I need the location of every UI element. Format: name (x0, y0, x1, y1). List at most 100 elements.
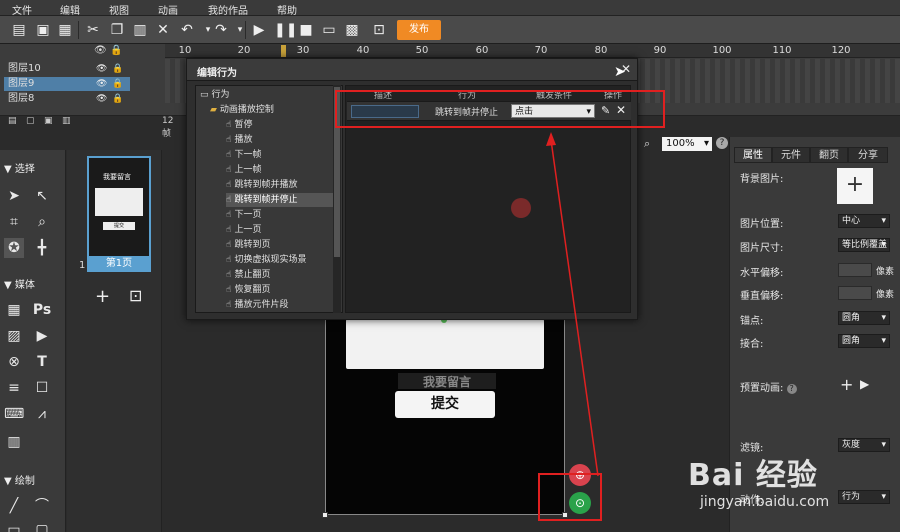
list-tool-icon[interactable]: ≡ (4, 378, 24, 398)
layer-row[interactable]: 图层10 👁 🔒 (4, 62, 130, 76)
add-folder-icon[interactable]: ▢ (26, 116, 35, 126)
delete-icon[interactable]: ✕ (154, 21, 172, 39)
tab-share[interactable]: 分享 (848, 147, 888, 163)
add-anim-icon[interactable]: + (840, 375, 853, 394)
roundrect-tool-icon[interactable]: ▢ (32, 520, 52, 532)
copy-icon[interactable]: ❐ (108, 21, 126, 39)
tab-properties[interactable]: 属性 (734, 147, 772, 163)
layer-row-selected[interactable]: 图层9 👁 🔒 (4, 77, 130, 91)
tree-group[interactable]: ▰ 动画播放控制 (210, 103, 274, 117)
tree-item[interactable]: ☝ 播放 (226, 133, 253, 147)
tree-item[interactable]: ☝ 跳转到帧并播放 (226, 178, 298, 192)
curve-tool-icon[interactable]: ⌒ (32, 496, 52, 516)
tree-item[interactable]: ☝ 切换虚拟现实场景 (226, 253, 307, 267)
tree-root[interactable]: ▭ 行为 (200, 88, 230, 102)
insert-page-icon[interactable]: ⊡ (129, 286, 142, 305)
zoom-search-icon[interactable]: ⌕ (644, 137, 650, 151)
hotspot-tool-icon[interactable]: ✪ (4, 238, 24, 258)
resize-handle[interactable] (322, 512, 328, 518)
board-tool-icon[interactable]: ☐ (32, 378, 52, 398)
tree-item[interactable]: ☝ 播放元件片段 (226, 298, 289, 312)
frame-ruler[interactable]: 10 20 30 40 50 60 70 80 90 100 110 120 (165, 44, 900, 58)
open-file-icon[interactable]: ▣ (34, 21, 52, 39)
menu-help[interactable]: 帮助 (277, 2, 297, 17)
preview-icon[interactable]: ▭ (320, 21, 338, 39)
video-tool-icon[interactable]: ▶ (32, 326, 52, 346)
v-offset-input[interactable] (838, 286, 872, 300)
tree-item-selected[interactable]: ☝ 跳转到帧并停止 (226, 193, 340, 207)
cut-icon[interactable]: ✂ (84, 21, 102, 39)
eye-icon[interactable]: 👁 (96, 77, 107, 91)
delete-layer-icon[interactable]: ▥ (62, 116, 71, 126)
pointer-tool-icon[interactable]: ➤ (4, 186, 24, 206)
eye-icon[interactable]: 👁 (96, 92, 107, 106)
guide-tool-icon[interactable]: ╋ (32, 238, 52, 258)
play-anim-icon[interactable]: ▶ (860, 377, 869, 391)
add-page-icon[interactable]: + (95, 286, 110, 307)
submit-button[interactable]: 提交 (395, 391, 495, 418)
menu-view[interactable]: 视图 (109, 2, 129, 17)
save-icon[interactable]: ▦ (56, 21, 74, 39)
tree-item[interactable]: ☝ 下一页 (226, 208, 262, 222)
barcode-tool-icon[interactable]: ▥ (4, 432, 24, 452)
layer-row[interactable]: 图层8 👁 🔒 (4, 92, 130, 106)
undo-icon[interactable]: ↶ (178, 21, 196, 39)
filter-select[interactable]: 灰度 (838, 438, 890, 452)
transform-tool-icon[interactable]: ⌗ (4, 212, 24, 232)
menu-my-works[interactable]: 我的作品 (208, 2, 248, 17)
stop-icon[interactable]: ■ (297, 21, 315, 39)
anchor-select[interactable]: 圆角 (838, 311, 890, 325)
tree-item[interactable]: ☝ 跳转到页 (226, 238, 271, 252)
line-tool-icon[interactable]: ╱ (4, 496, 24, 516)
ps-tool-icon[interactable]: Ps (32, 300, 52, 320)
tab-pageflip[interactable]: 翻页 (810, 147, 848, 163)
subselect-tool-icon[interactable]: ↖ (32, 186, 52, 206)
export-icon[interactable]: ⊡ (370, 21, 388, 39)
audio-tool-icon[interactable]: ⊗ (4, 352, 24, 372)
lock-icon[interactable]: 🔒 (112, 77, 123, 91)
playhead[interactable] (281, 45, 286, 57)
help-icon[interactable]: ? (716, 137, 728, 149)
tree-item[interactable]: ☝ 下一帧 (226, 148, 262, 162)
lock-icon[interactable]: 🔒 (110, 45, 122, 56)
pause-icon[interactable]: ❚❚ (274, 21, 297, 39)
text-tool-icon[interactable]: T (32, 352, 52, 372)
rect-tool-icon[interactable]: ▭ (4, 520, 24, 532)
redo-dropdown-icon[interactable]: ▾ (231, 21, 249, 39)
menu-file[interactable]: 文件 (12, 2, 32, 17)
add-bg-image-button[interactable]: + (837, 168, 873, 204)
menu-edit[interactable]: 编辑 (60, 2, 80, 17)
dialog-titlebar[interactable]: 编辑行为 ✕ (187, 59, 637, 81)
page-thumbnail[interactable]: 我要留言 提交 (87, 156, 151, 272)
tree-item[interactable]: ☝ 暂停 (226, 118, 253, 132)
publish-button[interactable]: 发布 (397, 20, 441, 40)
action-select[interactable]: 行为 (838, 490, 890, 504)
qrcode-icon[interactable]: ▩ (343, 21, 361, 39)
paste-icon[interactable]: ▥ (131, 21, 149, 39)
redo-icon[interactable]: ↷ (212, 21, 230, 39)
image-tool-icon[interactable]: ▨ (4, 326, 24, 346)
zoom-tool-icon[interactable]: ⌕ (32, 212, 52, 232)
img-size-select[interactable]: 等比例覆盖 (838, 238, 890, 252)
chart-tool-icon[interactable]: ⩘ (32, 404, 52, 424)
img-pos-select[interactable]: 中心 (838, 214, 890, 228)
tree-item[interactable]: ☝ 恢复翻页 (226, 283, 271, 297)
add-layer-icon[interactable]: ▤ (8, 116, 17, 126)
lock-icon[interactable]: 🔒 (112, 62, 123, 76)
copy-layer-icon[interactable]: ▣ (44, 116, 53, 126)
menu-animation[interactable]: 动画 (158, 2, 178, 17)
message-textarea[interactable] (346, 319, 544, 369)
eye-icon[interactable]: 👁 (96, 62, 107, 76)
help-icon[interactable]: ? (786, 384, 797, 394)
h-offset-input[interactable] (838, 263, 872, 277)
eye-icon[interactable]: 👁 (94, 45, 107, 56)
new-file-icon[interactable]: ▤ (10, 21, 28, 39)
blend-select[interactable]: 圆角 (838, 334, 890, 348)
lock-icon[interactable]: 🔒 (112, 92, 123, 106)
tree-item[interactable]: ☝ 上一帧 (226, 163, 262, 177)
play-icon[interactable]: ▶ (250, 21, 268, 39)
tab-components[interactable]: 元件 (772, 147, 810, 163)
grid-tool-icon[interactable]: ▦ (4, 300, 24, 320)
tree-item[interactable]: ☝ 禁止翻页 (226, 268, 271, 282)
code-tool-icon[interactable]: ⌨ (4, 404, 24, 424)
